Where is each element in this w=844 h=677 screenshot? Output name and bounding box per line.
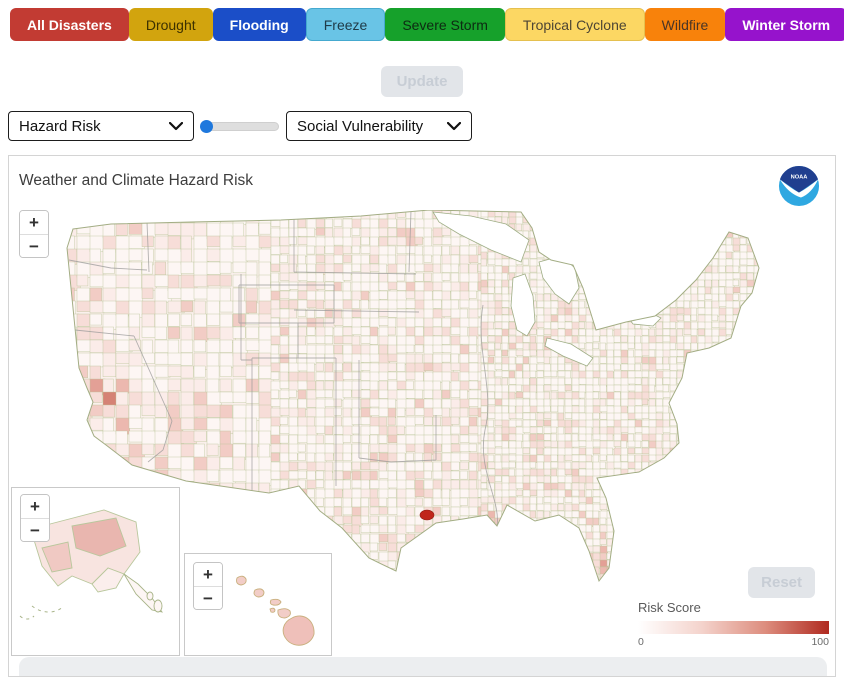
filter-all-disasters[interactable]: All Disasters — [10, 8, 129, 41]
reset-button[interactable]: Reset — [748, 567, 815, 598]
right-layer-select-value: Social Vulnerability — [297, 118, 423, 135]
update-row: Update — [0, 66, 844, 97]
filter-tropical-cyclone[interactable]: Tropical Cyclone — [505, 8, 645, 41]
legend-gradient-bar — [638, 621, 829, 634]
zoom-out-button[interactable]: − — [20, 234, 48, 257]
risk-score-legend: Risk Score 0 100 — [638, 600, 829, 648]
update-button[interactable]: Update — [381, 66, 464, 97]
filter-wildfire[interactable]: Wildfire — [645, 8, 726, 41]
chevron-down-icon — [169, 122, 183, 131]
layer-blend-slider[interactable] — [201, 111, 279, 141]
collapsed-panel-edge — [19, 657, 827, 676]
filter-drought[interactable]: Drought — [129, 8, 213, 41]
filter-winter-storm[interactable]: Winter Storm — [725, 8, 844, 41]
left-layer-select-value: Hazard Risk — [19, 118, 101, 135]
slider-handle[interactable] — [200, 120, 213, 133]
noaa-logo-icon: NOAA — [778, 165, 820, 207]
filter-severe-storm[interactable]: Severe Storm — [385, 8, 505, 41]
hawaii-inset: + − — [184, 553, 332, 656]
legend-title: Risk Score — [638, 600, 829, 615]
filter-flooding[interactable]: Flooding — [213, 8, 306, 41]
zoom-in-button[interactable]: + — [194, 563, 222, 586]
svg-text:NOAA: NOAA — [791, 174, 808, 180]
zoom-out-button[interactable]: − — [194, 586, 222, 609]
highest-risk-county — [420, 510, 434, 520]
legend-max: 100 — [811, 636, 829, 648]
hawaii-zoom-control: + − — [193, 562, 223, 610]
filter-freeze[interactable]: Freeze — [306, 8, 386, 41]
chevron-down-icon — [447, 122, 461, 131]
right-layer-select[interactable]: Social Vulnerability — [286, 111, 472, 141]
map-zoom-control: + − — [19, 210, 49, 258]
zoom-out-button[interactable]: − — [21, 518, 49, 541]
alaska-inset: + − — [11, 487, 180, 656]
zoom-in-button[interactable]: + — [20, 211, 48, 234]
legend-min: 0 — [638, 636, 644, 648]
alaska-zoom-control: + − — [20, 494, 50, 542]
disaster-filter-row: All Disasters Drought Flooding Freeze Se… — [10, 8, 834, 41]
left-layer-select[interactable]: Hazard Risk — [8, 111, 194, 141]
zoom-in-button[interactable]: + — [21, 495, 49, 518]
hazard-map-panel: Weather and Climate Hazard Risk NOAA + − — [8, 155, 836, 677]
map-title: Weather and Climate Hazard Risk — [19, 172, 253, 190]
layer-controls: Hazard Risk Social Vulnerability — [8, 111, 472, 141]
